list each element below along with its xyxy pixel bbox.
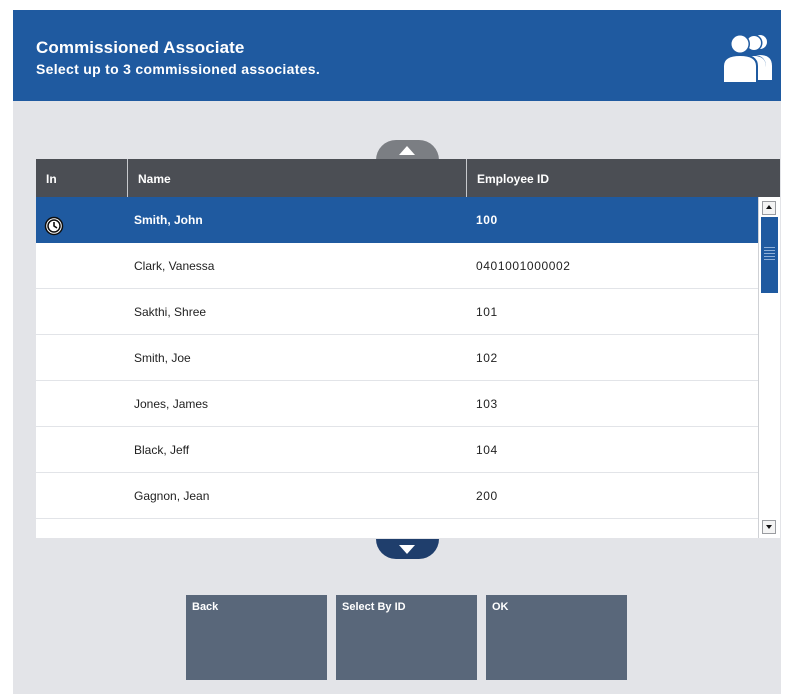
table-row[interactable]: Gagnon, Jean 200 bbox=[36, 473, 758, 519]
column-header-name: Name bbox=[127, 159, 466, 197]
table-row[interactable]: Smith, Joe 102 bbox=[36, 335, 758, 381]
scroll-up-arrow-icon bbox=[766, 205, 772, 209]
row-employee-id: 200 bbox=[476, 489, 498, 503]
row-name: Clark, Vanessa bbox=[134, 259, 215, 273]
arrow-down-icon bbox=[399, 545, 415, 554]
row-status bbox=[44, 209, 66, 236]
associates-table: In Name Employee ID Smith, John 100 Clar… bbox=[36, 159, 780, 538]
row-employee-id: 104 bbox=[476, 443, 498, 457]
header-bar: Commissioned Associate Select up to 3 co… bbox=[13, 10, 781, 101]
ok-button[interactable]: OK bbox=[486, 595, 627, 680]
row-name: Jones, James bbox=[134, 397, 209, 411]
table-header: In Name Employee ID bbox=[36, 159, 780, 197]
table-scrollbar[interactable] bbox=[758, 197, 780, 538]
table-row[interactable]: Clark, Vanessa 0401001000002 bbox=[36, 243, 758, 289]
row-name: Black, Jeff bbox=[134, 443, 190, 457]
arrow-up-icon bbox=[399, 146, 415, 155]
associates-icon bbox=[722, 34, 772, 82]
row-employee-id: 101 bbox=[476, 305, 498, 319]
commissioned-associate-screen: Commissioned Associate Select up to 3 co… bbox=[13, 10, 781, 694]
scroll-down-arrow-icon bbox=[766, 525, 772, 529]
scrollbar-down-button[interactable] bbox=[762, 520, 776, 534]
row-name: Smith, Joe bbox=[134, 351, 191, 365]
select-by-id-button[interactable]: Select By ID bbox=[336, 595, 477, 680]
table-body: Smith, John 100 Clark, Vanessa 040100100… bbox=[36, 197, 758, 538]
scrollbar-up-button[interactable] bbox=[762, 201, 776, 215]
grip-icon bbox=[764, 247, 775, 261]
row-employee-id: 0401001000002 bbox=[476, 259, 571, 273]
page-subtitle: Select up to 3 commissioned associates. bbox=[36, 61, 321, 77]
table-row[interactable] bbox=[36, 519, 758, 538]
table-row[interactable]: Smith, John 100 bbox=[36, 197, 758, 243]
page-title: Commissioned Associate bbox=[36, 38, 245, 57]
scrollbar-thumb[interactable] bbox=[761, 217, 778, 293]
scroll-up-button[interactable] bbox=[376, 140, 439, 160]
row-employee-id: 103 bbox=[476, 397, 498, 411]
row-employee-id: 100 bbox=[476, 213, 498, 227]
table-row[interactable]: Black, Jeff 104 bbox=[36, 427, 758, 473]
clock-icon bbox=[44, 216, 64, 236]
row-name: Gagnon, Jean bbox=[134, 489, 210, 503]
row-name: Smith, John bbox=[134, 213, 203, 227]
row-name: Sakthi, Shree bbox=[134, 305, 207, 319]
table-row[interactable]: Sakthi, Shree 101 bbox=[36, 289, 758, 335]
column-header-in: In bbox=[46, 172, 57, 186]
column-header-employee-id: Employee ID bbox=[466, 159, 780, 197]
back-button[interactable]: Back bbox=[186, 595, 327, 680]
row-employee-id: 102 bbox=[476, 351, 498, 365]
scroll-down-button[interactable] bbox=[376, 539, 439, 559]
table-row[interactable]: Jones, James 103 bbox=[36, 381, 758, 427]
